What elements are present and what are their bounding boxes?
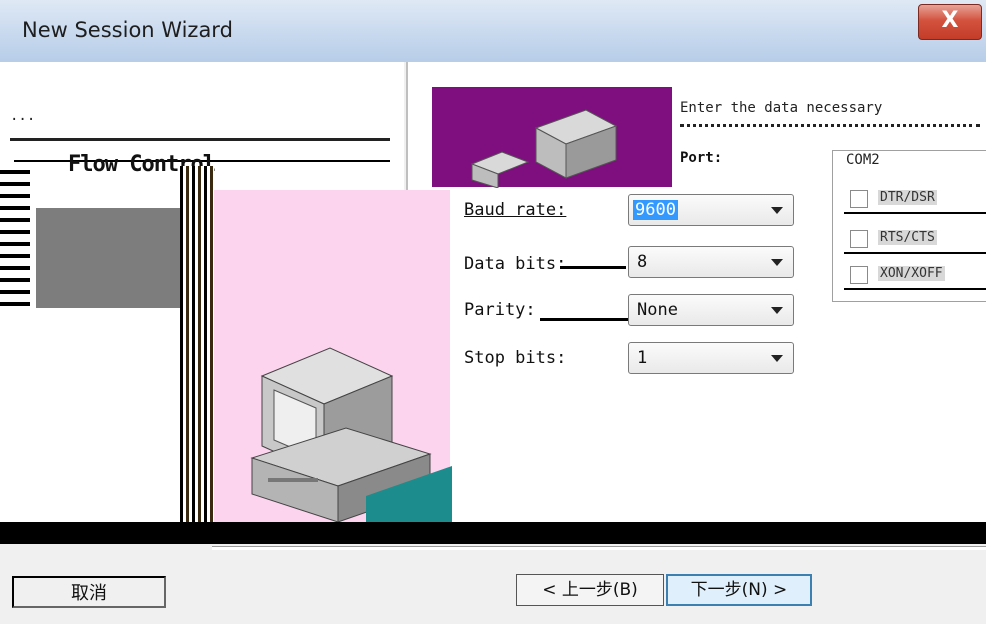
computer-icon [250,347,452,522]
parity-value: None [637,300,678,320]
stop-bits-value: 1 [637,348,648,368]
stop-bits-label: Stop bits: [464,348,567,368]
baud-rate-value: 9600 [633,200,678,220]
data-bits-value: 8 [637,252,648,272]
ghost-gray-block [36,208,186,308]
glitch-band [0,522,986,544]
flow-option-label: DTR/DSR [878,190,937,205]
flow-option-rts-cts[interactable]: RTS/CTS [844,228,986,254]
chevron-down-icon [771,307,783,314]
label-underline [560,266,626,269]
chevron-down-icon [771,207,783,214]
close-icon: X [941,8,959,33]
checkbox[interactable] [850,230,868,248]
ghost-scroll-bars [0,170,30,310]
flow-option-dtr-dsr[interactable]: DTR/DSR [844,188,986,214]
header-description: Enter the data necessary [680,100,980,127]
port-label: Port: [680,150,723,166]
stop-bits-select[interactable]: 1 [628,342,794,374]
parity-label: Parity: [464,300,536,320]
chevron-down-icon [771,355,783,362]
title-bar: New Session Wizard X [0,0,986,62]
baud-rate-select[interactable]: 9600 [628,194,794,226]
ghost-prompt-text: ... [10,108,390,141]
cancel-button[interactable]: 取消 [12,576,166,608]
flow-option-xon-xoff[interactable]: XON/XOFF [844,264,986,290]
computer-icon [470,109,618,188]
flow-option-label: XON/XOFF [878,266,945,281]
parity-select[interactable]: None [628,294,794,326]
baud-rate-label: Baud rate: [464,200,567,220]
next-button[interactable]: 下一步(N) > [666,574,812,606]
close-button[interactable]: X [918,4,982,40]
back-button[interactable]: < 上一步(B) [516,574,664,606]
flow-option-label: RTS/CTS [878,230,937,245]
flow-port-value: COM2 [846,152,880,168]
data-bits-label: Data bits: [464,254,567,274]
label-underline [540,318,628,321]
data-bits-select[interactable]: 8 [628,246,794,278]
separator [212,546,986,550]
window-title: New Session Wizard [22,18,233,42]
chevron-down-icon [771,259,783,266]
checkbox[interactable] [850,190,868,208]
checkbox[interactable] [850,266,868,284]
